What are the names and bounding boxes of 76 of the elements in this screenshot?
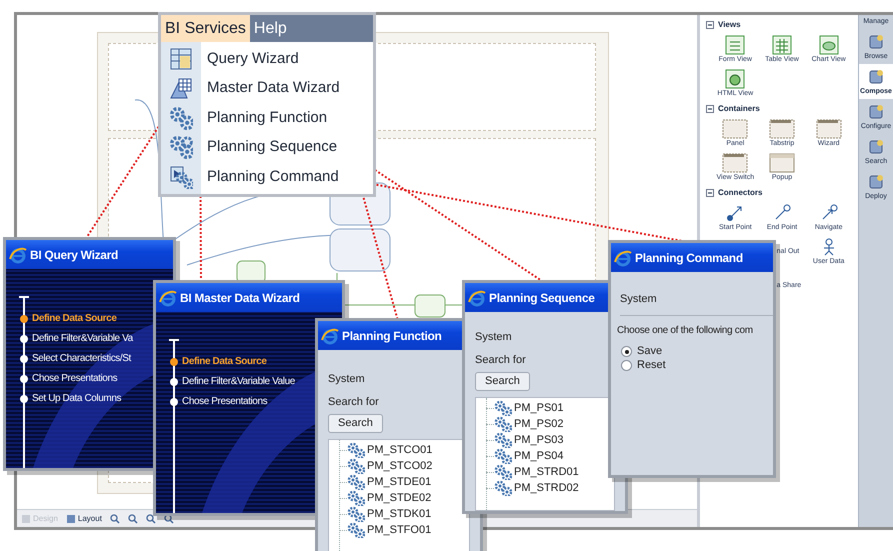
wizard-step[interactable]: Define Data Source — [32, 313, 116, 325]
play-gears-icon — [169, 164, 193, 189]
zoom-icon[interactable] — [146, 514, 156, 524]
gears-icon — [494, 432, 512, 448]
gears-icon — [494, 480, 512, 496]
collapse-icon[interactable] — [706, 21, 714, 29]
field-label: System — [620, 294, 658, 305]
radio-button[interactable] — [621, 360, 632, 371]
grid-icon — [169, 76, 193, 100]
search-button[interactable]: Search — [475, 372, 530, 391]
menu-item[interactable]: Planning Function — [161, 103, 373, 132]
menu-item[interactable]: Planning Sequence — [161, 132, 373, 162]
wizard-step[interactable]: Chose Presentations — [182, 396, 268, 408]
browser-icon — [321, 326, 339, 344]
section-title: Containers — [718, 105, 760, 113]
window-title: BI Master Data Wizard — [180, 290, 300, 306]
popup-icon — [768, 152, 795, 172]
wizard-step[interactable]: Define Filter&Variable Value — [182, 376, 295, 388]
gears-icon — [494, 448, 512, 464]
window-title: Planning Command — [635, 250, 743, 266]
browser-icon — [468, 288, 486, 306]
section-title: Views — [718, 21, 741, 29]
radio-option[interactable]: Save — [621, 346, 773, 357]
table-icon — [772, 34, 792, 54]
window-title: Planning Function — [342, 328, 442, 344]
browser-icon — [9, 246, 27, 264]
toolbar-button[interactable]: Layout — [66, 514, 102, 524]
tree-item[interactable]: PM_STFO01 — [329, 522, 469, 538]
menu-item[interactable]: Query Wizard — [161, 44, 373, 74]
tabstrip-icon — [768, 118, 795, 138]
menu-item[interactable]: Master Data Wizard — [161, 74, 373, 103]
browser-icon — [159, 288, 177, 306]
diagram-node — [330, 228, 390, 272]
view-switch-icon — [722, 152, 748, 172]
wizard-step[interactable]: Set Up Data Columns — [32, 393, 122, 405]
menu-bar-item[interactable]: Help — [250, 15, 291, 42]
collapse-icon[interactable] — [706, 189, 714, 197]
diagram-node — [414, 294, 446, 318]
field-label: Search for — [328, 397, 380, 408]
section-title: Connectors — [718, 189, 762, 197]
collapse-icon[interactable] — [706, 105, 714, 113]
radio-option[interactable]: Reset — [621, 360, 773, 371]
tree-item[interactable]: PM_STRD02 — [476, 480, 614, 496]
zoom-icon[interactable] — [164, 514, 174, 524]
window-title: BI Query Wizard — [30, 246, 118, 264]
gears-icon — [494, 400, 512, 416]
gears-icon — [169, 106, 193, 130]
gears-icon — [169, 135, 193, 160]
wizard-step[interactable]: Define Filter&Variable Va — [32, 333, 133, 345]
search-button[interactable]: Search — [328, 414, 383, 433]
gears-icon — [494, 464, 512, 480]
field-label: System — [475, 332, 513, 343]
menu-bar-item[interactable]: BI Services — [161, 15, 250, 42]
field-label: Search for — [475, 355, 527, 366]
wizard-icon — [816, 118, 842, 138]
form-icon — [725, 34, 746, 54]
panel-icon — [722, 118, 748, 138]
prompt-text: Choose one of the following com — [617, 326, 754, 336]
gears-icon — [347, 506, 365, 522]
gears-icon — [347, 458, 365, 474]
wizard-step[interactable]: Define Data Source — [182, 356, 266, 368]
gears-icon — [347, 522, 365, 538]
zoom-icon[interactable] — [128, 514, 138, 524]
wizard-step[interactable]: Select Characteristics/St — [32, 353, 131, 365]
gears-icon — [347, 442, 365, 458]
menu-item[interactable]: Planning Command — [161, 162, 373, 192]
field-label: System — [328, 374, 366, 385]
zoom-icon[interactable] — [110, 514, 120, 524]
table-icon — [169, 46, 193, 71]
browser-icon — [614, 248, 632, 266]
window-title: Planning Sequence — [489, 290, 595, 306]
gears-icon — [347, 490, 365, 506]
gears-icon — [347, 474, 365, 490]
radio-button[interactable] — [621, 346, 632, 357]
wizard-step[interactable]: Chose Presentations — [32, 373, 118, 385]
gears-icon — [494, 416, 512, 432]
